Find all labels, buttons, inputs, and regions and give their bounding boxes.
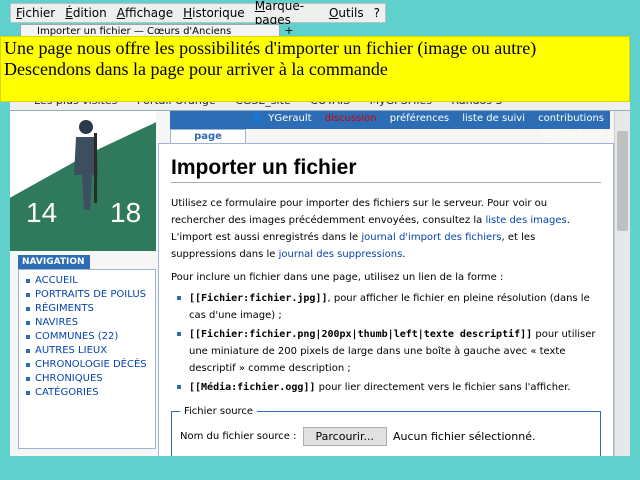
nav-portlet: ACCUEIL PORTRAITS DE POILUS RÉGIMENTS NA… (18, 269, 156, 449)
browser-viewport: 14 18 NAVIGATION ACCUEIL PORTRAITS DE PO… (10, 110, 630, 456)
annotation-overlay: Une page nous offre les possibilités d'i… (0, 36, 630, 102)
syntax-code: [[Fichier:fichier.png|200px|thumb|left|t… (189, 329, 533, 340)
page-title: Importer un fichier (171, 156, 601, 183)
nav-item-navires[interactable]: NAVIRES (23, 316, 155, 330)
watchlist-link[interactable]: liste de suivi (462, 113, 525, 124)
discussion-link[interactable]: discussion (325, 113, 377, 124)
intro-paragraph: Utilisez ce formulaire pour importer des… (171, 195, 601, 263)
nav-item-communes[interactable]: COMMUNES (22) (23, 330, 155, 344)
site-logo[interactable]: 14 18 (10, 111, 156, 251)
menu-affichage[interactable]: Affichage (112, 6, 178, 20)
file-label: Nom du fichier source : (180, 431, 297, 442)
annotation-line-2: Descendons dans la page pour arriver à l… (4, 59, 388, 79)
personal-tools: 👤 YGerault discussion préférences liste … (170, 111, 610, 140)
logout-link[interactable]: déconnexion (540, 129, 604, 140)
include-text: Pour inclure un fichier dans une page, u… (171, 272, 504, 283)
menu-fichier[interactable]: Fichier (11, 6, 60, 20)
logo-year-left: 14 (26, 197, 58, 228)
soldier-silhouette-icon (74, 120, 98, 210)
menu-edition[interactable]: Édition (60, 6, 112, 20)
scroll-thumb[interactable] (617, 131, 628, 231)
intro-text-d: . (402, 249, 406, 260)
file-row: Nom du fichier source : Parcourir... Auc… (180, 427, 592, 446)
nav-item-autres-lieux[interactable]: AUTRES LIEUX (23, 344, 155, 358)
menu-historique[interactable]: Historique (178, 6, 250, 20)
logo-year-right: 18 (110, 197, 142, 228)
nav-item-chronologie[interactable]: CHRONOLOGIE DÉCÈS (23, 358, 155, 372)
menu-bar: Fichier Édition Affichage Historique Mar… (10, 0, 386, 27)
syntax-desc: pour lier directement vers le fichier sa… (315, 382, 571, 393)
import-journal-link[interactable]: journal d'import des fichiers (361, 232, 501, 243)
tab-special-page[interactable]: page spéciale (170, 129, 246, 155)
menu-marque-pages[interactable]: Marque-pages (250, 0, 324, 27)
no-file-text: Aucun fichier sélectionné. (393, 430, 536, 443)
menu-aide[interactable]: ? (369, 6, 385, 20)
main-content: Importer un fichier Utilisez ce formulai… (158, 143, 614, 456)
images-list-link[interactable]: liste des images (485, 215, 566, 226)
menu-outils[interactable]: Outils (324, 6, 369, 20)
nav-item-portraits[interactable]: PORTRAITS DE POILUS (23, 288, 155, 302)
contributions-link[interactable]: contributions (538, 113, 604, 124)
user-link[interactable]: YGerault (268, 113, 311, 124)
nav-item-accueil[interactable]: ACCUEIL (23, 274, 155, 288)
annotation-line-1: Une page nous offre les possibilités d'i… (4, 38, 537, 58)
nav-item-chroniques[interactable]: CHRONIQUES (23, 372, 155, 386)
syntax-list: [[Fichier:fichier.jpg]], pour afficher l… (175, 290, 601, 396)
nav-item-regiments[interactable]: RÉGIMENTS (23, 302, 155, 316)
syntax-code: [[Média:fichier.ogg]] (189, 382, 316, 393)
syntax-code: [[Fichier:fichier.jpg]] (189, 293, 328, 304)
deletion-journal-link[interactable]: journal des suppressions (279, 249, 403, 260)
source-file-fieldset: Fichier source Nom du fichier source : P… (171, 406, 601, 456)
status-area (10, 456, 630, 480)
browse-button[interactable]: Parcourir... (302, 427, 387, 446)
list-item: [[Fichier:fichier.jpg]], pour afficher l… (175, 290, 601, 324)
user-icon: 👤 (250, 113, 264, 124)
fieldset-legend: Fichier source (184, 406, 254, 417)
nav-item-categories[interactable]: CATÉGORIES (23, 386, 155, 400)
list-item: [[Fichier:fichier.png|200px|thumb|left|t… (175, 326, 601, 377)
list-item: [[Média:fichier.ogg]] pour lier directem… (175, 379, 601, 396)
vertical-scrollbar[interactable] (614, 111, 630, 456)
nav-heading: NAVIGATION (18, 255, 90, 269)
preferences-link[interactable]: préférences (390, 113, 449, 124)
